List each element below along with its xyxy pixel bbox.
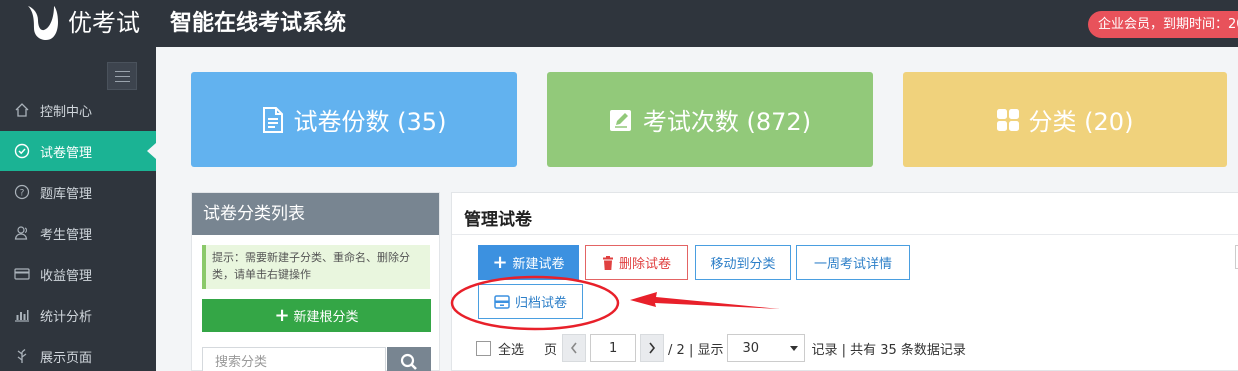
- delete-paper-label: 删除试卷: [618, 257, 671, 272]
- page-label: 页: [544, 342, 558, 358]
- current-page-input[interactable]: 1: [590, 334, 637, 362]
- document-icon: [262, 106, 284, 133]
- move-to-category-label: 移动到分类: [710, 257, 776, 272]
- grid-icon: [996, 108, 1019, 131]
- select-all-checkbox[interactable]: [476, 340, 491, 356]
- check-circle-icon: [13, 142, 31, 160]
- page-size-value: 30: [742, 340, 760, 356]
- plus-icon: +: [492, 251, 508, 273]
- sidebar-item-label: 试卷管理: [40, 145, 93, 161]
- delete-paper-button[interactable]: 删除试卷: [585, 245, 688, 280]
- sidebar-item-statistics[interactable]: 统计分析: [0, 295, 156, 335]
- page-size-select[interactable]: 30: [727, 334, 806, 362]
- logo-icon: [28, 6, 58, 40]
- new-paper-label: 新建试卷: [512, 257, 565, 272]
- pager-bar: 全选 页 1 / 2 | 显示 30 记录 | 共有 35 条数据记录: [476, 333, 966, 363]
- home-icon: [13, 101, 31, 119]
- divider: [452, 234, 1238, 235]
- sidebar-item-showcase[interactable]: 展示页面: [0, 336, 156, 371]
- category-search-button[interactable]: [387, 347, 431, 371]
- new-root-category-label: 新建根分类: [293, 310, 359, 325]
- move-to-category-button[interactable]: 移动到分类: [695, 245, 791, 280]
- select-all-label: 全选: [498, 342, 525, 358]
- svg-text:?: ?: [20, 189, 25, 199]
- menu-toggle-button[interactable]: [107, 62, 137, 90]
- system-title: 智能在线考试系统: [170, 11, 347, 36]
- manage-panel-title: 管理试卷: [464, 210, 532, 230]
- week-exam-details-label: 一周考试详情: [813, 257, 892, 272]
- stat-card-exams[interactable]: 考试次数 (872): [547, 72, 873, 167]
- sidebar-item-label: 收益管理: [40, 268, 93, 284]
- archive-paper-button[interactable]: 归档试卷: [478, 284, 583, 319]
- new-root-category-button[interactable]: + 新建根分类: [202, 299, 431, 332]
- chevron-left-icon: [571, 342, 577, 354]
- sidebar-item-dashboard[interactable]: 控制中心: [0, 90, 156, 130]
- plus-icon: +: [274, 304, 290, 326]
- sidebar-item-label: 控制中心: [40, 104, 93, 120]
- archive-box-icon: [494, 294, 510, 309]
- chevron-right-icon: [649, 342, 656, 354]
- stat-card-categories[interactable]: 分类 (20): [903, 72, 1227, 167]
- edit-icon: [609, 108, 633, 132]
- top-bar: 优考试 智能在线考试系统 企业会员，到期时间：20: [0, 0, 1238, 47]
- sidebar-item-label: 题库管理: [40, 186, 93, 202]
- total-pages-text: / 2 | 显示: [668, 342, 724, 358]
- credit-card-icon: [13, 265, 31, 283]
- week-exam-details-button[interactable]: 一周考试详情: [796, 245, 910, 280]
- bar-chart-icon: [13, 306, 31, 324]
- sidebar-item-revenue[interactable]: 收益管理: [0, 254, 156, 294]
- users-icon: [13, 224, 31, 242]
- stat-card-papers[interactable]: 试卷份数 (35): [191, 72, 517, 167]
- stat-papers-label: 试卷份数 (35): [293, 108, 447, 136]
- stat-categories-label: 分类 (20): [1028, 108, 1134, 136]
- sidebar-item-label: 统计分析: [40, 309, 93, 325]
- sidebar-item-papers[interactable]: 试卷管理: [0, 131, 156, 171]
- sidebar-item-question-bank[interactable]: ? 题库管理: [0, 172, 156, 212]
- search-icon: [400, 353, 417, 370]
- category-tip: 提示：需要新建子分类、重命名、删除分类，请单击右键操作: [202, 245, 430, 289]
- category-search-input[interactable]: [202, 347, 386, 371]
- sidebar-item-label: 展示页面: [40, 350, 93, 366]
- category-panel-title: 试卷分类列表: [192, 193, 439, 235]
- brand-name: 优考试: [68, 9, 140, 37]
- manage-papers-panel: 管理试卷 + 新建试卷 删除试卷 移动到分类 一周考试详情 归档试卷 全选 页 …: [451, 192, 1238, 371]
- question-circle-icon: ?: [13, 183, 31, 201]
- records-text: 记录 | 共有 35 条数据记录: [811, 342, 966, 358]
- new-paper-button[interactable]: + 新建试卷: [478, 245, 579, 280]
- sidebar-item-examinees[interactable]: 考生管理: [0, 213, 156, 253]
- category-panel: 试卷分类列表 提示：需要新建子分类、重命名、删除分类，请单击右键操作 + 新建根…: [191, 192, 440, 371]
- leaf-icon: [13, 347, 31, 365]
- member-badge[interactable]: 企业会员，到期时间：20: [1088, 11, 1238, 38]
- caret-down-icon: [790, 346, 799, 351]
- stat-exams-label: 考试次数 (872): [642, 108, 812, 136]
- sidebar: 控制中心 试卷管理 ? 题库管理 考生管理 收益管理 统计分析 展示页面: [0, 47, 156, 371]
- prev-page-button[interactable]: [562, 334, 587, 362]
- trash-icon: [602, 255, 614, 270]
- next-page-button[interactable]: [640, 334, 665, 362]
- archive-paper-label: 归档试卷: [514, 296, 567, 311]
- sidebar-item-label: 考生管理: [40, 227, 93, 243]
